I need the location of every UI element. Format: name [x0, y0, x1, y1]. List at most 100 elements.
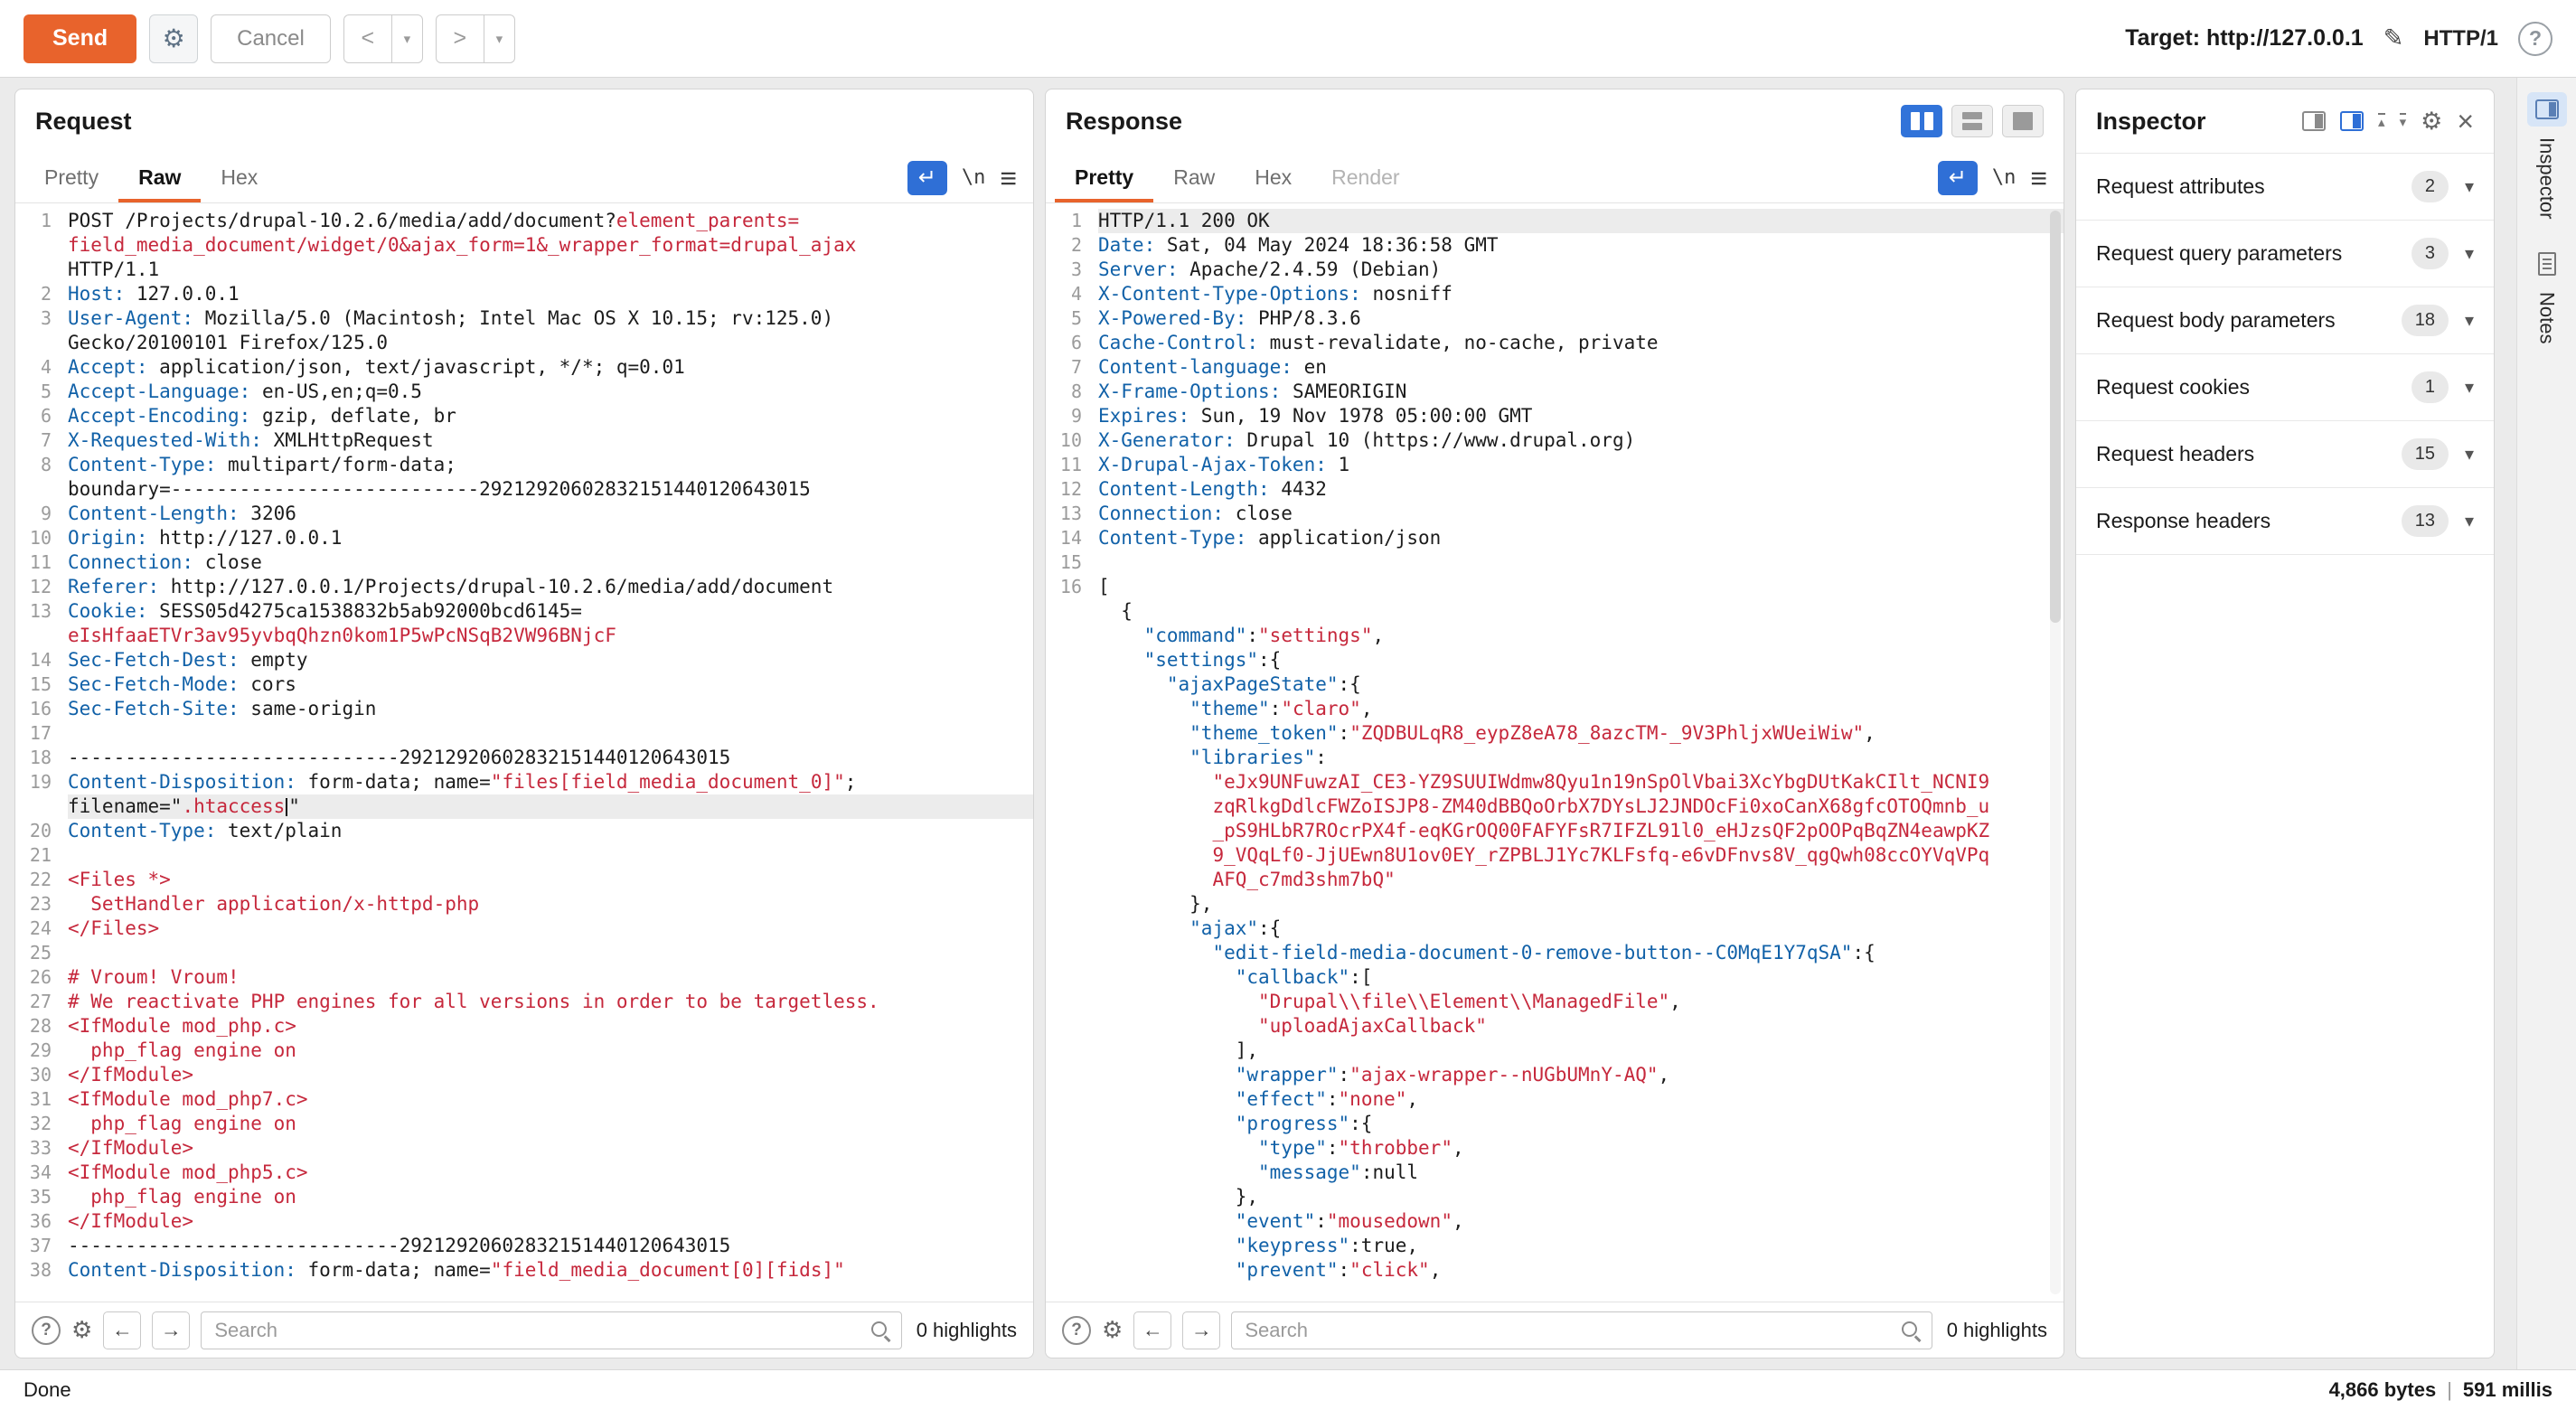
code-line[interactable]: 30</IfModule>	[15, 1063, 1033, 1087]
chevron-down-icon[interactable]: ▾	[2465, 443, 2474, 465]
inspector-close-icon[interactable]: ×	[2457, 107, 2474, 136]
code-line[interactable]: "event":"mousedown",	[1046, 1209, 2064, 1234]
tab-response-raw[interactable]: Raw	[1153, 153, 1235, 202]
history-back-button[interactable]: <	[343, 14, 392, 63]
wrap-lines-button[interactable]: ↵	[1938, 161, 1978, 195]
edit-target-icon[interactable]: ✎	[2383, 24, 2404, 52]
chevron-down-icon[interactable]: ▾	[2465, 242, 2474, 265]
code-line[interactable]: "prevent":"click",	[1046, 1258, 2064, 1283]
code-line[interactable]: "Drupal\\file\\Element\\ManagedFile",	[1046, 990, 2064, 1014]
code-line[interactable]: 13Connection: close	[1046, 502, 2064, 526]
nonprintable-toggle[interactable]: \n	[962, 166, 986, 189]
code-line[interactable]: boundary=---------------------------2921…	[15, 477, 1033, 502]
code-line[interactable]: "type":"throbber",	[1046, 1136, 2064, 1161]
code-line[interactable]: 36</IfModule>	[15, 1209, 1033, 1234]
code-line[interactable]: "uploadAjaxCallback"	[1046, 1014, 2064, 1039]
search-prev-button[interactable]: ←	[1133, 1311, 1171, 1349]
code-line[interactable]: 9_VQqLf0-JjUEwn8U1ov0EY_rZPBLJ1Yc7KLFsfq…	[1046, 843, 2064, 868]
send-button[interactable]: Send	[24, 14, 136, 63]
code-line[interactable]: 3User-Agent: Mozilla/5.0 (Macintosh; Int…	[15, 306, 1033, 331]
code-line[interactable]: 35 php_flag engine on	[15, 1185, 1033, 1209]
send-settings-button[interactable]: ⚙	[149, 14, 198, 63]
search-settings-icon[interactable]: ⚙	[1102, 1316, 1123, 1344]
inspector-layout-icon[interactable]	[2302, 111, 2326, 131]
inspector-section-request-query-parameters[interactable]: Request query parameters 3 ▾	[2076, 221, 2494, 287]
inspector-layout-active-icon[interactable]	[2340, 111, 2364, 131]
code-line[interactable]: 34<IfModule mod_php5.c>	[15, 1161, 1033, 1185]
code-line[interactable]: 23 SetHandler application/x-httpd-php	[15, 892, 1033, 916]
search-help-button[interactable]: ?	[32, 1316, 61, 1345]
code-line[interactable]: 2Date: Sat, 04 May 2024 18:36:58 GMT	[1046, 233, 2064, 258]
code-line[interactable]: 6Cache-Control: must-revalidate, no-cach…	[1046, 331, 2064, 355]
search-help-button[interactable]: ?	[1062, 1316, 1091, 1345]
cancel-button[interactable]: Cancel	[211, 14, 331, 63]
code-line[interactable]: 7X-Requested-With: XMLHttpRequest	[15, 428, 1033, 453]
code-line[interactable]: 9Content-Length: 3206	[15, 502, 1033, 526]
code-line[interactable]: "callback":[	[1046, 965, 2064, 990]
inspector-section-request-body-parameters[interactable]: Request body parameters 18 ▾	[2076, 287, 2494, 354]
code-line[interactable]: 27# We reactivate PHP engines for all ve…	[15, 990, 1033, 1014]
code-line[interactable]: 12Content-Length: 4432	[1046, 477, 2064, 502]
code-line[interactable]: 31<IfModule mod_php7.c>	[15, 1087, 1033, 1112]
code-line[interactable]: "settings":{	[1046, 648, 2064, 672]
code-line[interactable]: 25	[15, 941, 1033, 965]
layout-single-button[interactable]	[2002, 105, 2044, 137]
code-line[interactable]: 2Host: 127.0.0.1	[15, 282, 1033, 306]
request-search-input[interactable]	[201, 1311, 901, 1349]
code-line[interactable]: 8X-Frame-Options: SAMEORIGIN	[1046, 380, 2064, 404]
response-scrollbar[interactable]	[2050, 211, 2061, 1294]
code-line[interactable]: {	[1046, 599, 2064, 624]
chevron-down-icon[interactable]: ▾	[2465, 175, 2474, 198]
code-line[interactable]: 15Sec-Fetch-Mode: cors	[15, 672, 1033, 697]
code-line[interactable]: 38Content-Disposition: form-data; name="…	[15, 1258, 1033, 1283]
code-line[interactable]: 21	[15, 843, 1033, 868]
tab-response-render[interactable]: Render	[1312, 153, 1419, 202]
code-line[interactable]: 22<Files *>	[15, 868, 1033, 892]
code-line[interactable]: 13Cookie: SESS05d4275ca1538832b5ab92000b…	[15, 599, 1033, 624]
inspector-section-response-headers[interactable]: Response headers 13 ▾	[2076, 488, 2494, 555]
code-line[interactable]: 1HTTP/1.1 200 OK	[1046, 209, 2064, 233]
code-line[interactable]: 20Content-Type: text/plain	[15, 819, 1033, 843]
code-line[interactable]: 14Content-Type: application/json	[1046, 526, 2064, 550]
code-line[interactable]: 12Referer: http://127.0.0.1/Projects/dru…	[15, 575, 1033, 599]
code-line[interactable]: 6Accept-Encoding: gzip, deflate, br	[15, 404, 1033, 428]
editor-menu-icon[interactable]: ≡	[1000, 164, 1017, 193]
code-line[interactable]: "progress":{	[1046, 1112, 2064, 1136]
search-next-button[interactable]: →	[1182, 1311, 1220, 1349]
tab-request-pretty[interactable]: Pretty	[24, 153, 118, 202]
wrap-lines-button[interactable]: ↵	[907, 161, 947, 195]
code-line[interactable]: "ajax":{	[1046, 916, 2064, 941]
code-line[interactable]: 18-----------------------------292129206…	[15, 746, 1033, 770]
code-line[interactable]: 16[	[1046, 575, 2064, 599]
code-line[interactable]: 16Sec-Fetch-Site: same-origin	[15, 697, 1033, 721]
history-back-dropdown[interactable]: ▾	[392, 14, 423, 63]
code-line[interactable]: 11Connection: close	[15, 550, 1033, 575]
search-prev-button[interactable]: ←	[103, 1311, 141, 1349]
code-line[interactable]: 37-----------------------------292129206…	[15, 1234, 1033, 1258]
code-line[interactable]: 33</IfModule>	[15, 1136, 1033, 1161]
code-line[interactable]: field_media_document/widget/0&ajax_form=…	[15, 233, 1033, 258]
code-line[interactable]: 4X-Content-Type-Options: nosniff	[1046, 282, 2064, 306]
search-settings-icon[interactable]: ⚙	[71, 1316, 92, 1344]
code-line[interactable]: 29 php_flag engine on	[15, 1039, 1033, 1063]
code-line[interactable]: AFQ_c7md3shm7bQ"	[1046, 868, 2064, 892]
tab-response-hex[interactable]: Hex	[1235, 153, 1312, 202]
code-line[interactable]: "eJx9UNFuwzAI_CE3-YZ9SUUIWdmw8Qyu1n19nSp…	[1046, 770, 2064, 794]
tab-response-pretty[interactable]: Pretty	[1055, 153, 1153, 202]
code-line[interactable]: Gecko/20100101 Firefox/125.0	[15, 331, 1033, 355]
layout-rows-button[interactable]	[1951, 105, 1993, 137]
code-line[interactable]: _pS9HLbR7ROcrPX4f-eqKGrOQ00FAFYFsR7IFZL9…	[1046, 819, 2064, 843]
tab-request-hex[interactable]: Hex	[201, 153, 277, 202]
code-line[interactable]: "ajaxPageState":{	[1046, 672, 2064, 697]
code-line[interactable]: "theme":"claro",	[1046, 697, 2064, 721]
inspector-section-request-attributes[interactable]: Request attributes 2 ▾	[2076, 154, 2494, 221]
nonprintable-toggle[interactable]: \n	[1992, 166, 2017, 189]
editor-menu-icon[interactable]: ≡	[2030, 164, 2047, 193]
history-forward-dropdown[interactable]: ▾	[484, 14, 515, 63]
code-line[interactable]: "command":"settings",	[1046, 624, 2064, 648]
code-line[interactable]: },	[1046, 892, 2064, 916]
code-line[interactable]: eIsHfaaETVr3av95yvbqQhzn0kom1P5wPcNSqB2V…	[15, 624, 1033, 648]
code-line[interactable]: 4Accept: application/json, text/javascri…	[15, 355, 1033, 380]
http-version-selector[interactable]: HTTP/1	[2423, 26, 2498, 52]
code-line[interactable]: ],	[1046, 1039, 2064, 1063]
